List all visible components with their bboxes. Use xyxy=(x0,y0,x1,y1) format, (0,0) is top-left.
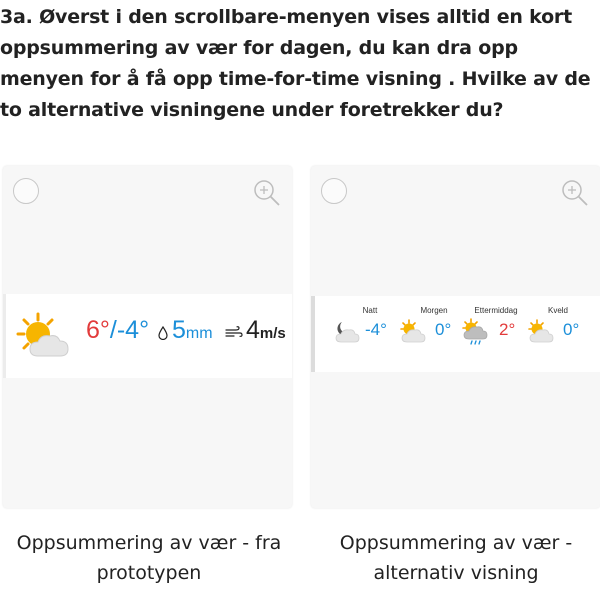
period-label: Kveld xyxy=(547,306,568,315)
temperature-range: 6°/-4° xyxy=(86,316,149,345)
period-label: Natt xyxy=(362,306,378,315)
weather-periods-strip: Natt -4° Morgen 0° Ettermiddag 2° Kveld … xyxy=(311,296,600,372)
option-card-alternative[interactable]: Natt -4° Morgen 0° Ettermiddag 2° Kveld … xyxy=(311,166,600,508)
sun-cloud-icon xyxy=(400,319,426,343)
wind-icon xyxy=(225,326,243,337)
precipitation: 5mm xyxy=(172,316,213,345)
zoom-in-icon[interactable] xyxy=(252,178,282,208)
sun-cloud-icon xyxy=(528,319,554,343)
sun-cloud-rain-icon xyxy=(462,318,488,345)
option-card-prototype[interactable]: 6°/-4° 5mm 4m/s xyxy=(3,166,292,508)
temp-high: 6° xyxy=(86,316,110,344)
radio-button[interactable] xyxy=(321,178,347,204)
period-temp: 0° xyxy=(435,320,452,339)
weather-summary-strip: 6°/-4° 5mm 4m/s xyxy=(3,294,292,378)
wind-value: 4 xyxy=(246,316,260,344)
temp-separator: / xyxy=(109,316,117,344)
option-caption-alternative: Oppsummering av vær - alternativ visning xyxy=(339,532,573,584)
period-label: Ettermiddag xyxy=(474,306,518,315)
radio-button[interactable] xyxy=(13,178,39,204)
raindrop-icon xyxy=(158,326,168,340)
zoom-in-icon[interactable] xyxy=(560,178,590,208)
precip-unit: mm xyxy=(185,325,213,342)
period-temp: -4° xyxy=(365,320,387,339)
partly-cloudy-icon xyxy=(16,312,69,357)
wind-unit: m/s xyxy=(259,325,286,342)
moon-cloud-icon xyxy=(335,322,360,343)
precip-value: 5 xyxy=(172,316,186,344)
option-caption-prototype: Oppsummering av vær - fra prototypen xyxy=(16,532,282,584)
period-temp: 2° xyxy=(499,320,516,339)
question-text: 3a. Øverst i den scrollbare-menyen vises… xyxy=(0,6,591,121)
temp-low: -4° xyxy=(116,316,150,344)
period-temp: 0° xyxy=(563,320,580,339)
wind-speed: 4m/s xyxy=(246,316,286,345)
period-label: Morgen xyxy=(420,306,448,315)
